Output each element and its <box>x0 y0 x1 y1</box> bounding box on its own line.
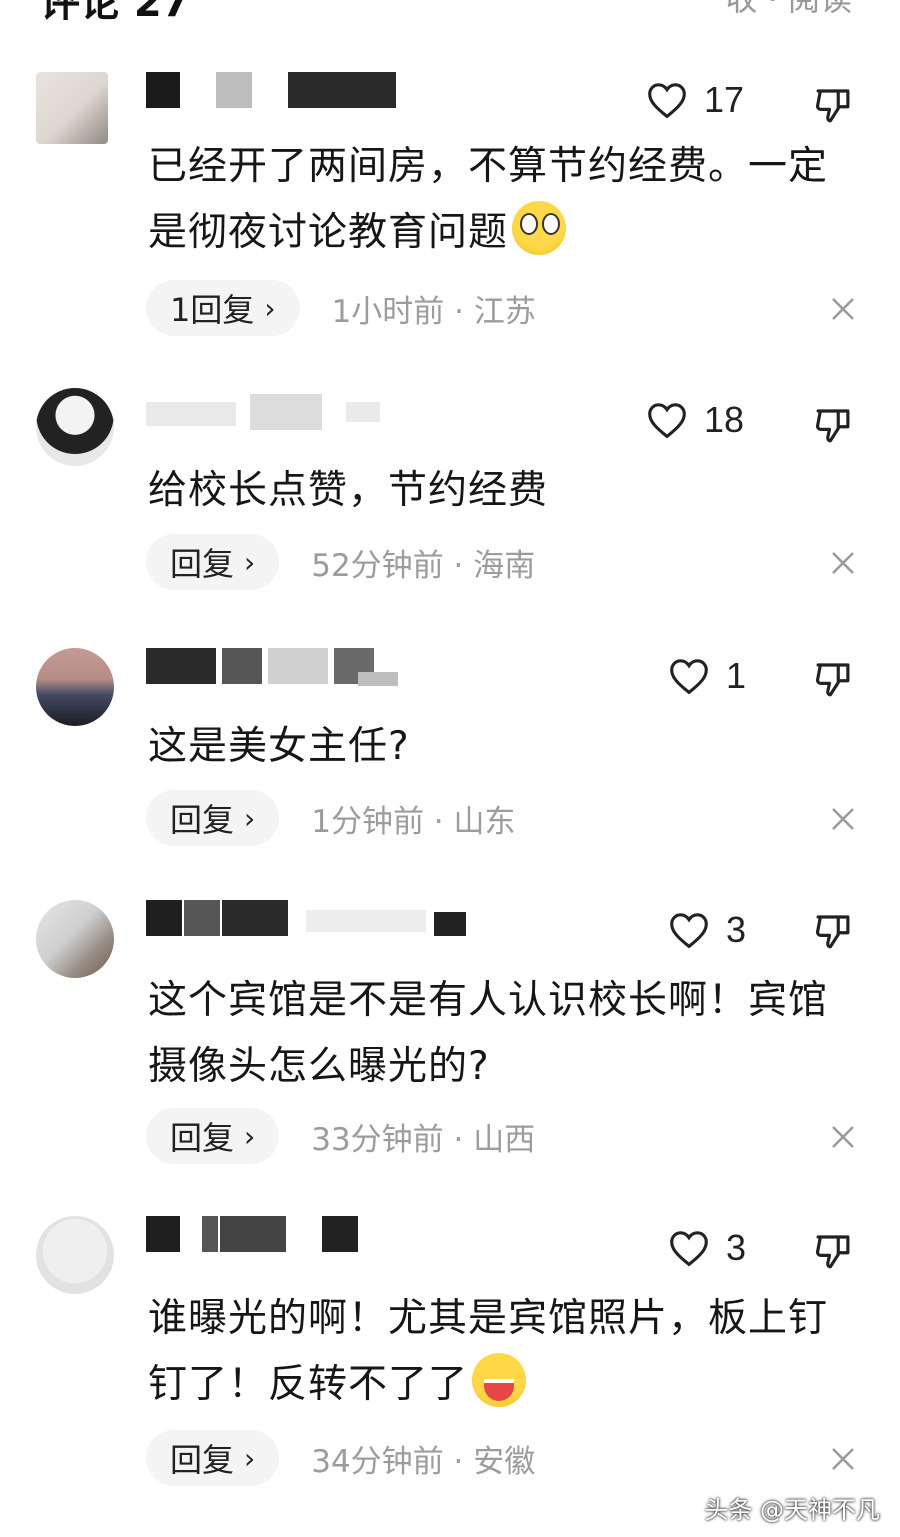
like-button[interactable]: 18 <box>646 399 745 440</box>
close-icon[interactable] <box>828 548 858 578</box>
dislike-icon[interactable] <box>812 404 854 446</box>
reply-button[interactable]: 回复 › <box>146 1108 280 1164</box>
avatar[interactable] <box>36 648 114 726</box>
grinning-emoji <box>472 1353 527 1407</box>
like-count: 1 <box>726 655 747 696</box>
chevron-right-icon: › <box>244 1119 256 1153</box>
chevron-right-icon: › <box>244 1441 256 1475</box>
comment-footer: 回复 › 33分钟前 · 山西 <box>146 1108 535 1164</box>
chevron-right-icon: › <box>264 291 276 325</box>
comment-text: 这个宾馆是不是有人认识校长啊！宾馆摄像头怎么曝光的? <box>148 978 829 1089</box>
comment-meta: 34分钟前 · 安徽 <box>311 1443 536 1480</box>
avatar[interactable] <box>36 900 114 978</box>
comment-footer: 回复 › 34分钟前 · 安徽 <box>146 1430 535 1486</box>
comment-footer: 回复 › 1分钟前 · 山东 <box>146 790 516 846</box>
close-icon[interactable] <box>828 804 858 834</box>
close-icon[interactable] <box>828 294 858 324</box>
comment-meta: 33分钟前 · 山西 <box>311 1121 536 1158</box>
close-icon[interactable] <box>828 1444 858 1474</box>
avatar[interactable] <box>36 1216 114 1294</box>
comment-text: 谁曝光的啊！尤其是宾馆照片，板上钉钉了！反转不了了 <box>148 1296 829 1407</box>
like-button[interactable]: 3 <box>668 909 747 950</box>
comment-meta: 1分钟前 · 山东 <box>311 803 516 840</box>
reply-button[interactable]: 回复 › <box>146 1430 280 1486</box>
dislike-icon[interactable] <box>812 910 854 952</box>
avatar[interactable] <box>36 388 114 466</box>
comment-meta: 52分钟前 · 海南 <box>311 547 536 584</box>
reply-button[interactable]: 回复 › <box>146 790 280 846</box>
dislike-icon[interactable] <box>812 84 854 126</box>
heart-icon <box>670 659 708 695</box>
comment-text: 已经开了两间房，不算节约经费。一定是彻夜讨论教育问题 <box>148 144 829 255</box>
dislike-icon[interactable] <box>812 1230 854 1272</box>
comment-footer: 1回复 › 1小时前 · 江苏 <box>146 280 536 336</box>
comments-header-fragment: 评论 27 <box>40 0 190 20</box>
top-bar-fragment: 评论 27 收 · 阅读 <box>0 0 900 20</box>
header-right-fragment: 收 · 阅读 <box>725 0 852 20</box>
like-count: 17 <box>704 79 745 120</box>
reply-button[interactable]: 回复 › <box>146 534 280 590</box>
like-count: 3 <box>726 909 747 950</box>
like-button[interactable]: 3 <box>668 1227 747 1268</box>
avatar[interactable] <box>36 72 108 144</box>
close-icon[interactable] <box>828 1122 858 1152</box>
reply-button[interactable]: 1回复 › <box>146 280 300 336</box>
like-button[interactable]: 1 <box>668 655 747 696</box>
like-count: 3 <box>726 1227 747 1268</box>
comment-footer: 回复 › 52分钟前 · 海南 <box>146 534 535 590</box>
like-button[interactable]: 17 <box>646 79 745 120</box>
comment-text: 这是美女主任? <box>148 724 410 769</box>
heart-icon <box>670 1231 708 1267</box>
watermark: 头条 @天神不凡 <box>704 1496 880 1524</box>
chevron-right-icon: › <box>244 801 256 835</box>
comment-meta: 1小时前 · 江苏 <box>331 293 536 330</box>
like-count: 18 <box>704 399 745 440</box>
dislike-icon[interactable] <box>812 658 854 700</box>
comment-text: 给校长点赞，节约经费 <box>148 468 549 513</box>
crying-laughing-emoji <box>512 201 567 255</box>
heart-icon <box>648 403 686 439</box>
heart-icon <box>648 83 686 119</box>
heart-icon <box>670 913 708 949</box>
chevron-right-icon: › <box>244 545 256 579</box>
